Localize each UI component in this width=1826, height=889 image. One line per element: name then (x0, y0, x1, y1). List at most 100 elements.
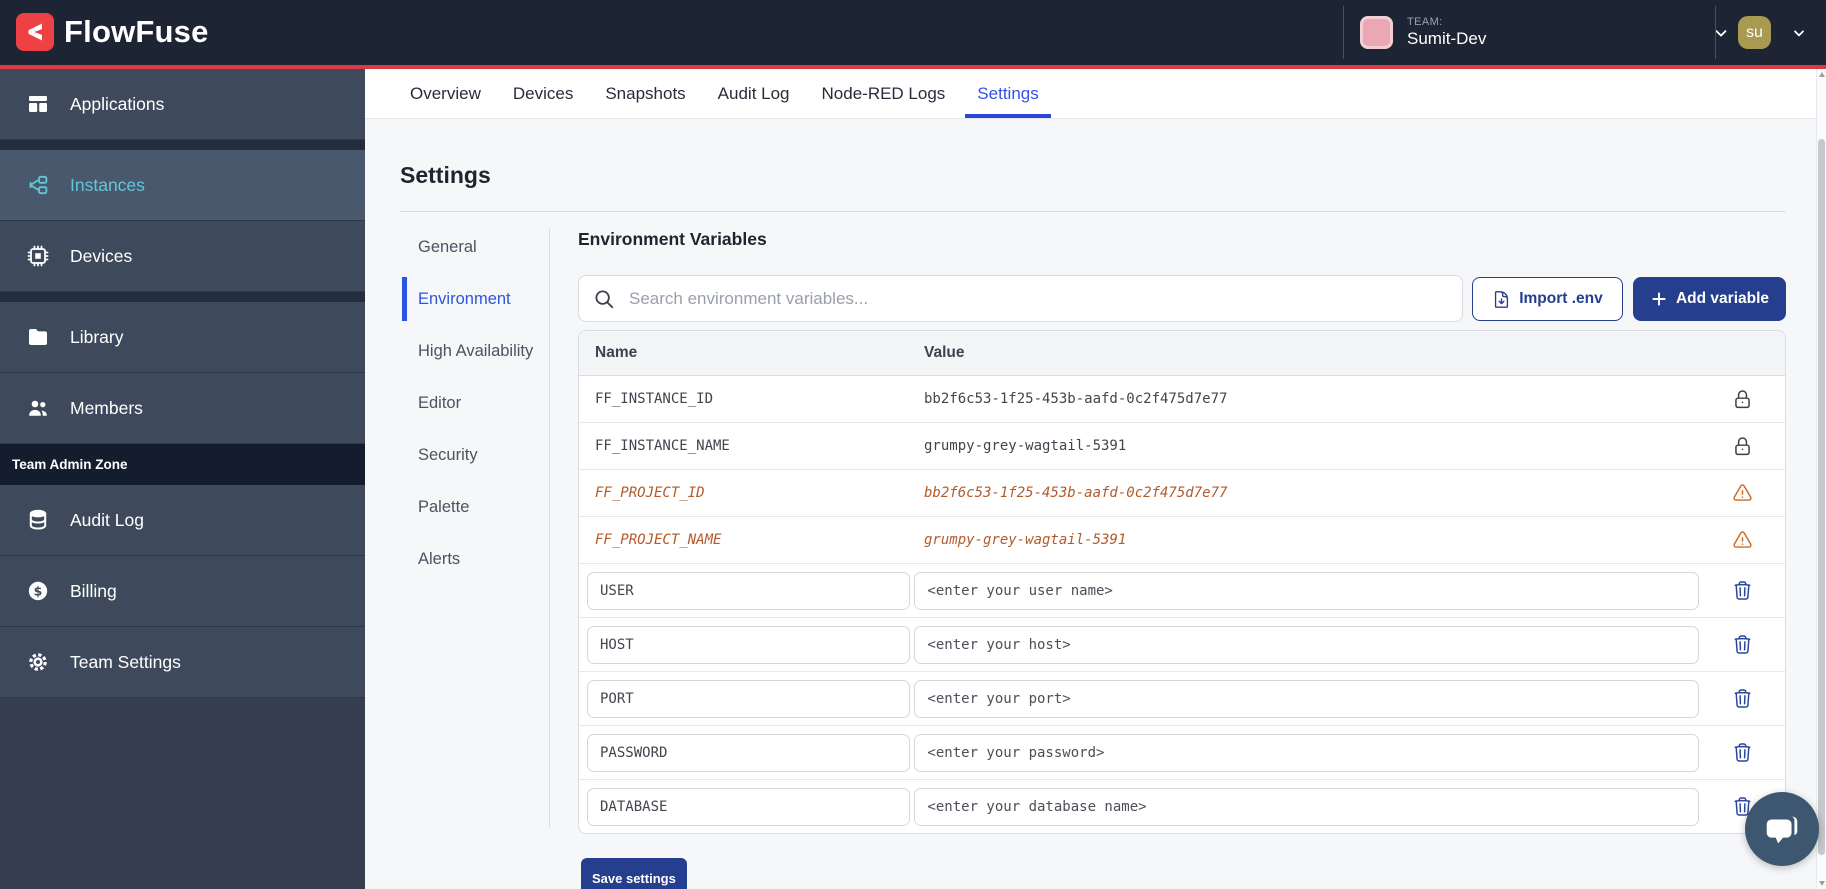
sidebar-item-billing[interactable]: $ Billing (0, 556, 365, 627)
tab-overview[interactable]: Overview (398, 69, 493, 118)
header-divider (1715, 6, 1716, 59)
subnav-item-environment[interactable]: Environment (402, 287, 534, 311)
sidebar-item-devices[interactable]: Devices (0, 221, 365, 292)
env-value-input[interactable] (914, 788, 1699, 826)
env-value-input[interactable] (914, 572, 1699, 610)
table-row-editable (579, 726, 1785, 780)
scrollbar-thumb[interactable] (1818, 139, 1825, 855)
sidebar-item-label: Library (70, 327, 124, 348)
table-row: FF_INSTANCE_NAME grumpy-grey-wagtail-539… (579, 423, 1785, 470)
sidebar-item-library[interactable]: Library (0, 302, 365, 373)
env-name: FF_INSTANCE_NAME (579, 438, 916, 454)
search-input[interactable] (627, 288, 1462, 310)
brand-logo[interactable]: FlowFuse (16, 13, 209, 51)
audit-log-icon (26, 508, 50, 532)
delete-variable-button[interactable] (1732, 580, 1753, 601)
chat-widget-button[interactable] (1745, 792, 1819, 866)
save-settings-button[interactable]: Save settings (581, 858, 687, 889)
env-value-input[interactable] (914, 626, 1699, 664)
env-value: bb2f6c53-1f25-453b-aafd-0c2f475d7e77 (916, 485, 1699, 501)
column-header-name: Name (579, 344, 916, 362)
team-selector[interactable]: TEAM: Sumit-Dev (1360, 0, 1730, 65)
app-window: FlowFuse TEAM: Sumit-Dev su (0, 0, 1826, 889)
env-value-input[interactable] (914, 734, 1699, 772)
sidebar-item-team-settings[interactable]: Team Settings (0, 627, 365, 698)
scroll-down-arrow[interactable] (1819, 881, 1825, 886)
delete-variable-button[interactable] (1732, 688, 1753, 709)
user-avatar: su (1738, 16, 1771, 49)
sidebar-section-team-admin-zone: Team Admin Zone (0, 444, 365, 485)
subnav-item-security[interactable]: Security (402, 443, 534, 467)
sidebar-item-label: Applications (70, 94, 164, 115)
instance-tab-bar: Overview Devices Snapshots Audit Log Nod… (365, 69, 1816, 119)
team-avatar (1360, 16, 1393, 49)
env-search (578, 275, 1463, 322)
team-label: TEAM: (1407, 16, 1486, 28)
user-menu[interactable]: su (1738, 0, 1807, 65)
sidebar-item-label: Members (70, 398, 143, 419)
tab-node-red-logs[interactable]: Node-RED Logs (810, 69, 958, 118)
table-row-deprecated: FF_PROJECT_NAME grumpy-grey-wagtail-5391 (579, 517, 1785, 564)
search-icon (593, 288, 615, 310)
sidebar-item-label: Team Settings (70, 652, 181, 673)
env-name-input[interactable] (587, 626, 910, 664)
add-variable-button[interactable]: Add variable (1633, 277, 1786, 321)
env-name: FF_INSTANCE_ID (579, 391, 916, 407)
table-row-editable (579, 780, 1785, 833)
subnav-item-high-availability[interactable]: High Availability (402, 339, 534, 363)
sidebar-gap (0, 292, 365, 302)
env-value: grumpy-grey-wagtail-5391 (916, 438, 1699, 454)
column-header-value: Value (916, 344, 1699, 362)
env-value-input[interactable] (914, 680, 1699, 718)
lock-icon (1732, 436, 1753, 457)
table-row-editable (579, 564, 1785, 618)
env-name: FF_PROJECT_NAME (579, 532, 916, 548)
delete-variable-button[interactable] (1732, 634, 1753, 655)
table-row-editable (579, 672, 1785, 726)
gear-icon (26, 650, 50, 674)
import-icon (1492, 290, 1511, 309)
warning-icon (1732, 530, 1753, 551)
env-variables-heading: Environment Variables (578, 229, 767, 250)
env-value: bb2f6c53-1f25-453b-aafd-0c2f475d7e77 (916, 391, 1699, 407)
env-name-input[interactable] (587, 734, 910, 772)
env-name-input[interactable] (587, 572, 910, 610)
settings-subnav: General Environment High Availability Ed… (402, 235, 534, 599)
title-divider (400, 211, 1786, 212)
tab-snapshots[interactable]: Snapshots (593, 69, 697, 118)
table-row-deprecated: FF_PROJECT_ID bb2f6c53-1f25-453b-aafd-0c… (579, 470, 1785, 517)
tab-settings[interactable]: Settings (965, 69, 1050, 118)
sidebar-item-label: Billing (70, 581, 117, 602)
chevron-down-icon (1791, 25, 1807, 41)
tab-devices[interactable]: Devices (501, 69, 585, 118)
delete-variable-button[interactable] (1732, 742, 1753, 763)
sidebar-item-instances[interactable]: Instances (0, 150, 365, 221)
subnav-divider (549, 228, 550, 828)
env-name-input[interactable] (587, 788, 910, 826)
sidebar: Applications Instances Devices Library (0, 69, 365, 889)
tab-audit-log[interactable]: Audit Log (706, 69, 802, 118)
env-name-input[interactable] (587, 680, 910, 718)
subnav-item-palette[interactable]: Palette (402, 495, 534, 519)
sidebar-item-members[interactable]: Members (0, 373, 365, 444)
subnav-item-general[interactable]: General (402, 235, 534, 259)
env-name: FF_PROJECT_ID (579, 485, 916, 501)
accent-line (0, 65, 1826, 69)
subnav-item-alerts[interactable]: Alerts (402, 547, 534, 571)
table-row-editable (579, 618, 1785, 672)
page-title: Settings (400, 162, 491, 189)
sidebar-gap (0, 140, 365, 150)
sidebar-item-applications[interactable]: Applications (0, 69, 365, 140)
env-variables-table: Name Value FF_INSTANCE_ID bb2f6c53-1f25-… (578, 330, 1786, 834)
table-row: FF_INSTANCE_ID bb2f6c53-1f25-453b-aafd-0… (579, 376, 1785, 423)
import-env-button[interactable]: Import .env (1472, 277, 1623, 321)
scroll-up-arrow[interactable] (1819, 72, 1825, 77)
subnav-item-editor[interactable]: Editor (402, 391, 534, 415)
sidebar-item-label: Audit Log (70, 510, 144, 531)
brand-name: FlowFuse (64, 14, 209, 50)
billing-icon: $ (26, 579, 50, 603)
devices-icon (26, 244, 50, 268)
sidebar-item-audit-log[interactable]: Audit Log (0, 485, 365, 556)
applications-icon (26, 92, 50, 116)
svg-text:$: $ (34, 583, 43, 598)
